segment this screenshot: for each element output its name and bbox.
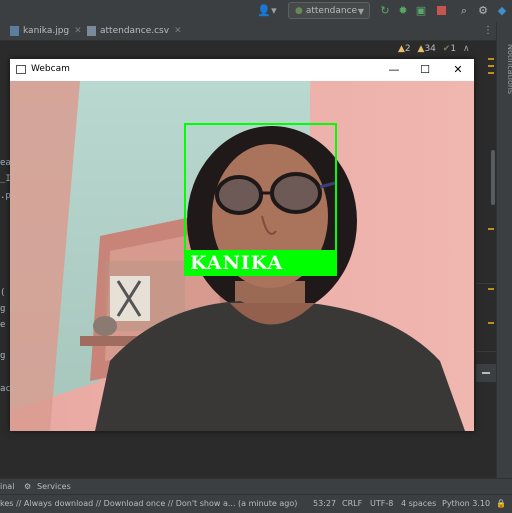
webcam-video-frame: KANIKA <box>10 81 474 431</box>
window-title: Webcam <box>31 64 70 74</box>
tab-label: kanika.jpg <box>23 26 70 36</box>
maximize-button[interactable]: ☐ <box>410 61 440 79</box>
csv-file-icon <box>87 25 96 36</box>
gear-icon[interactable]: ⚙ <box>476 4 490 18</box>
bottom-tool-strip: inal ⚙ Services <box>0 478 512 495</box>
debug-icon[interactable]: ✹ <box>396 4 410 18</box>
tab-label: attendance.csv <box>100 26 170 36</box>
divider <box>476 283 496 284</box>
ok-count: 1 <box>450 44 457 54</box>
code-line: g <box>0 351 6 361</box>
code-line: ( <box>0 288 6 298</box>
status-message[interactable]: kes // Always download // Download once … <box>0 495 297 513</box>
status-bar: kes // Always download // Download once … <box>0 494 512 513</box>
python-interpreter[interactable]: Python 3.10 <box>442 495 490 513</box>
lock-icon[interactable]: 🔒 <box>496 495 506 513</box>
indent-setting[interactable]: 4 spaces <box>401 495 436 513</box>
code-line: e <box>0 320 6 330</box>
editor-tab-bar: kanika.jpg ✕ attendance.csv ✕ ⋮ <box>0 22 512 41</box>
stop-icon[interactable] <box>434 4 448 18</box>
close-icon[interactable]: ✕ <box>74 26 82 36</box>
user-icon[interactable]: 👤▾ <box>255 3 279 19</box>
weak-warning-count: 34 <box>424 44 436 54</box>
run-config-label: attendance <box>305 6 358 16</box>
coverage-icon[interactable]: ▣ <box>414 4 428 18</box>
search-icon[interactable]: ⌕ <box>457 4 471 18</box>
webcam-window: Webcam — ☐ ✕ KANIKA <box>10 59 474 431</box>
close-icon[interactable]: ✕ <box>174 26 182 36</box>
caret-position[interactable]: 53:27 <box>313 495 336 513</box>
warning-marker[interactable] <box>488 288 494 290</box>
services-tab[interactable]: Services <box>37 479 71 495</box>
file-encoding[interactable]: UTF-8 <box>370 495 393 513</box>
divider <box>476 351 496 352</box>
chevron-down-icon: ▼ <box>357 7 364 16</box>
python-icon: ● <box>295 6 303 16</box>
line-separator[interactable]: CRLF <box>342 495 362 513</box>
warning-marker[interactable] <box>488 228 494 230</box>
editor-scrollbar[interactable] <box>491 150 495 205</box>
collapse-button[interactable] <box>476 364 496 382</box>
chevron-up-icon[interactable]: ∧ <box>463 44 470 54</box>
services-icon: ⚙ <box>24 482 32 491</box>
window-app-icon <box>16 65 26 74</box>
rerun-icon[interactable]: ↻ <box>378 4 392 18</box>
tab-kanika-jpg[interactable]: kanika.jpg ✕ <box>10 22 82 40</box>
image-file-icon <box>10 25 19 36</box>
warning-marker[interactable] <box>488 58 494 60</box>
warning-icon: ▲ <box>398 44 405 54</box>
notifications-tab[interactable]: Notifications <box>493 44 512 124</box>
inspection-widget[interactable]: ▲2 ▲34 ✔1 ∧ <box>398 44 470 56</box>
terminal-tab[interactable]: inal <box>0 479 14 495</box>
warning-marker[interactable] <box>488 72 494 74</box>
window-title-bar[interactable]: Webcam — ☐ ✕ <box>10 59 474 81</box>
warning-marker[interactable] <box>488 65 494 67</box>
code-line: g <box>0 304 6 314</box>
run-configuration-dropdown[interactable]: ● attendance ▼ <box>288 2 370 19</box>
logo-icon[interactable]: ◆ <box>495 4 509 18</box>
more-tabs-icon[interactable]: ⋮ <box>483 25 493 36</box>
close-button[interactable]: ✕ <box>443 61 473 79</box>
face-recognition-label: KANIKA <box>190 252 284 274</box>
warning-count: 2 <box>404 44 411 54</box>
warning-marker[interactable] <box>488 322 494 324</box>
ide-toolbar: 👤▾ ● attendance ▼ ↻ ✹ ▣ ⌕ ⚙ ◆ <box>0 0 512 23</box>
minimize-button[interactable]: — <box>379 61 409 79</box>
tab-attendance-csv[interactable]: attendance.csv ✕ <box>87 22 182 40</box>
